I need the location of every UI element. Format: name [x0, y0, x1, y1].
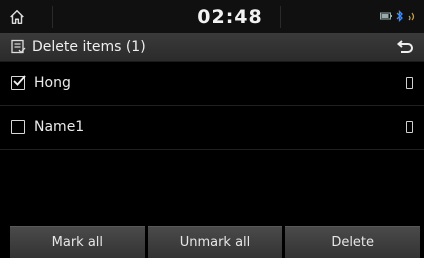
- list-item[interactable]: Name1: [0, 106, 424, 150]
- status-divider: [280, 6, 281, 28]
- delete-list-icon: [11, 39, 26, 54]
- checkbox-checked[interactable]: [11, 75, 26, 90]
- status-icons: [380, 9, 420, 23]
- home-icon: [10, 9, 24, 25]
- checkmark-icon: [13, 75, 26, 86]
- action-bar: Mark all Unmark all Delete: [0, 226, 424, 258]
- list-item-label: Hong: [34, 75, 71, 91]
- bluetooth-icon: [396, 10, 403, 22]
- list-item[interactable]: Hong: [0, 62, 424, 106]
- back-arrow-icon: [396, 40, 413, 53]
- mobile-phone-icon: [406, 77, 413, 89]
- list-item-label: Name1: [34, 119, 85, 135]
- battery-icon: [380, 12, 392, 20]
- mobile-phone-icon: [406, 121, 413, 133]
- status-bar: 02:48: [0, 0, 424, 33]
- page-title: Delete items (1): [32, 39, 146, 55]
- checkbox-unchecked[interactable]: [11, 120, 25, 134]
- back-button[interactable]: [392, 36, 418, 58]
- clock: 02:48: [197, 6, 263, 28]
- home-button[interactable]: [8, 4, 52, 30]
- unmark-all-button[interactable]: Unmark all: [147, 226, 283, 258]
- mark-all-button[interactable]: Mark all: [10, 226, 145, 258]
- title-bar: Delete items (1): [0, 33, 424, 62]
- contact-list: Hong Name1: [0, 62, 424, 150]
- signal-icon: [408, 12, 415, 21]
- status-divider: [52, 6, 53, 28]
- delete-button[interactable]: Delete: [285, 226, 421, 258]
